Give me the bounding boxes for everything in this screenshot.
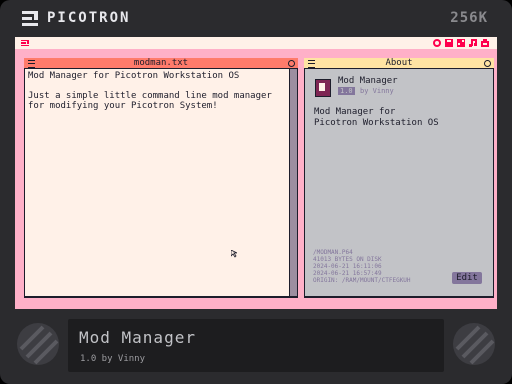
edit-button[interactable]: Edit (452, 272, 482, 284)
editor-window: modman.txt Mod Manager for Picotron Work… (24, 58, 298, 298)
about-titlebar[interactable]: About (304, 58, 494, 68)
editor-text-area[interactable]: Mod Manager for Picotron Workstation OS … (25, 69, 289, 296)
about-window: About Mod Manager 1.0 by Vinny Mod Manag… (304, 58, 494, 298)
app-icon[interactable] (481, 39, 489, 47)
screen: modman.txt Mod Manager for Picotron Work… (15, 37, 497, 309)
top-menubar (15, 37, 497, 49)
cartridge-subtitle: 1.0 by Vinny (80, 354, 146, 364)
memory-label: 256K (450, 10, 488, 26)
picotron-menu-icon[interactable] (21, 40, 29, 46)
about-title: About (385, 58, 413, 68)
device-brand: PICOTRON (47, 10, 131, 26)
system-tray (433, 39, 489, 47)
record-icon[interactable] (433, 39, 441, 47)
close-icon[interactable] (484, 60, 491, 67)
editor-title: modman.txt (133, 58, 189, 68)
save-icon[interactable] (445, 39, 453, 47)
speaker-grille-left (17, 323, 59, 365)
speaker-grille-right (453, 323, 495, 365)
device-frame: PICOTRON 256K modman.txt Mod Manager for… (0, 0, 512, 384)
cartridge-title: Mod Manager (79, 328, 196, 347)
hamburger-menu-icon[interactable] (28, 60, 35, 68)
about-body: Mod Manager 1.0 by Vinny Mod Manager for… (305, 69, 493, 296)
cartridge-icon (315, 79, 331, 97)
mouse-cursor-icon (231, 250, 237, 258)
app-description: Mod Manager for Picotron Workstation OS (314, 107, 439, 128)
picotron-logo-icon (22, 11, 38, 26)
editor-titlebar[interactable]: modman.txt (24, 58, 298, 68)
version-badge: 1.0 (338, 87, 355, 95)
file-metadata: /MODMAN.P64 41013 BYTES ON DISK 2024-06-… (313, 249, 411, 284)
author-label: by Vinny (360, 87, 394, 95)
files-icon[interactable] (457, 39, 465, 47)
close-icon[interactable] (288, 60, 295, 67)
app-name: Mod Manager (338, 76, 398, 86)
cartridge-label-panel: Mod Manager 1.0 by Vinny (68, 319, 444, 372)
editor-scrollbar[interactable] (290, 69, 297, 296)
hamburger-menu-icon[interactable] (308, 60, 315, 68)
music-icon[interactable] (469, 39, 477, 47)
